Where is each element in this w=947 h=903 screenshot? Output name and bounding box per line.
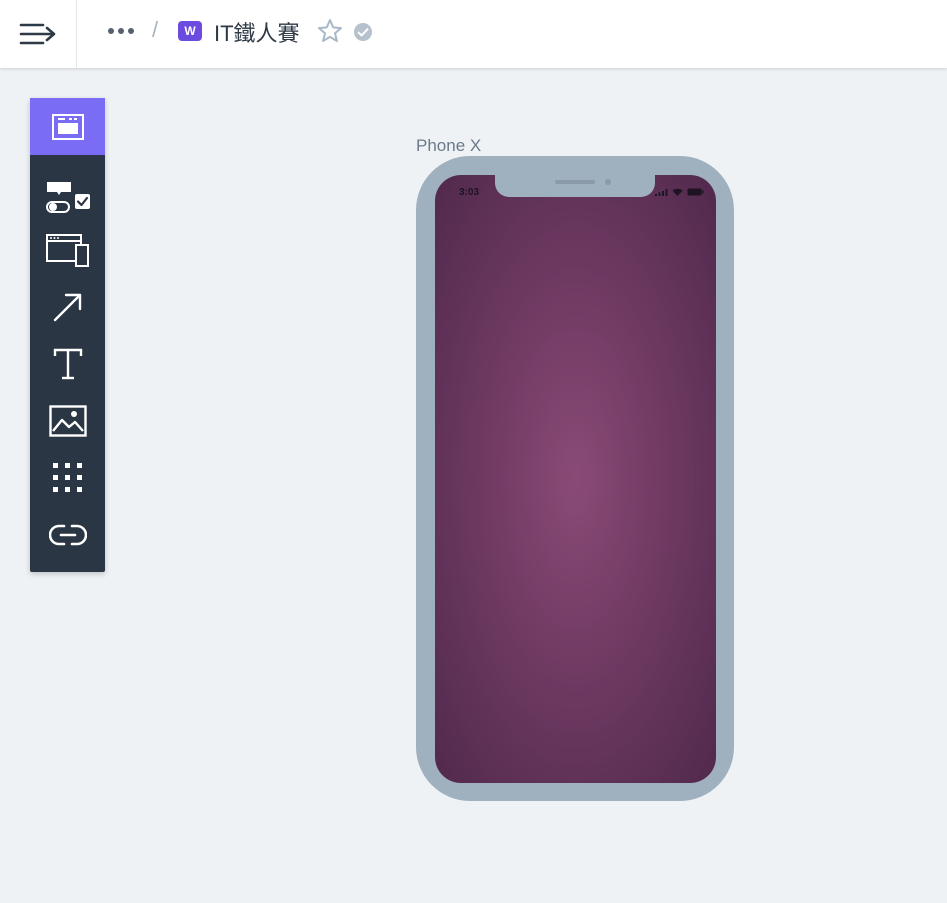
tool-link[interactable]: [30, 506, 105, 563]
tool-grid[interactable]: [30, 449, 105, 506]
tool-form-elements[interactable]: [30, 168, 105, 225]
project-title[interactable]: IT鐵人賽: [214, 16, 300, 48]
tool-palette: [30, 98, 105, 572]
phone-frame[interactable]: 3:03: [416, 156, 734, 801]
screen-icon: [51, 113, 84, 140]
grid-icon: [52, 462, 82, 492]
devices-icon: [45, 233, 89, 267]
battery-icon: [687, 188, 704, 196]
tool-devices[interactable]: [30, 221, 105, 278]
tool-text[interactable]: [30, 335, 105, 392]
breadcrumb-separator: /: [152, 17, 159, 42]
menu-button[interactable]: [0, 0, 77, 68]
signal-icon: [655, 189, 668, 196]
front-camera: [605, 179, 611, 185]
status-icons: [655, 187, 704, 197]
link-icon: [48, 524, 87, 545]
status-time: 3:03: [459, 187, 480, 198]
text-icon: [53, 348, 82, 379]
phone-screen[interactable]: 3:03: [435, 175, 716, 783]
speaker-grille: [555, 180, 595, 184]
menu-arrow-icon: [19, 23, 56, 45]
arrow-icon: [53, 293, 81, 321]
top-bar: / W IT鐵人賽: [0, 0, 947, 68]
breadcrumb-more-button[interactable]: [104, 18, 138, 44]
tool-screen[interactable]: [30, 98, 105, 155]
star-icon[interactable]: [317, 18, 343, 44]
workspace-badge[interactable]: W: [178, 21, 202, 41]
verified-check-icon: [354, 23, 372, 41]
more-horizontal-icon: [108, 28, 134, 34]
tool-arrow[interactable]: [30, 278, 105, 335]
device-label[interactable]: Phone X: [416, 136, 481, 156]
image-icon: [48, 404, 87, 437]
wifi-icon: [672, 188, 683, 196]
phone-notch: [495, 173, 655, 197]
form-elements-icon: [45, 181, 90, 213]
tool-image[interactable]: [30, 392, 105, 449]
